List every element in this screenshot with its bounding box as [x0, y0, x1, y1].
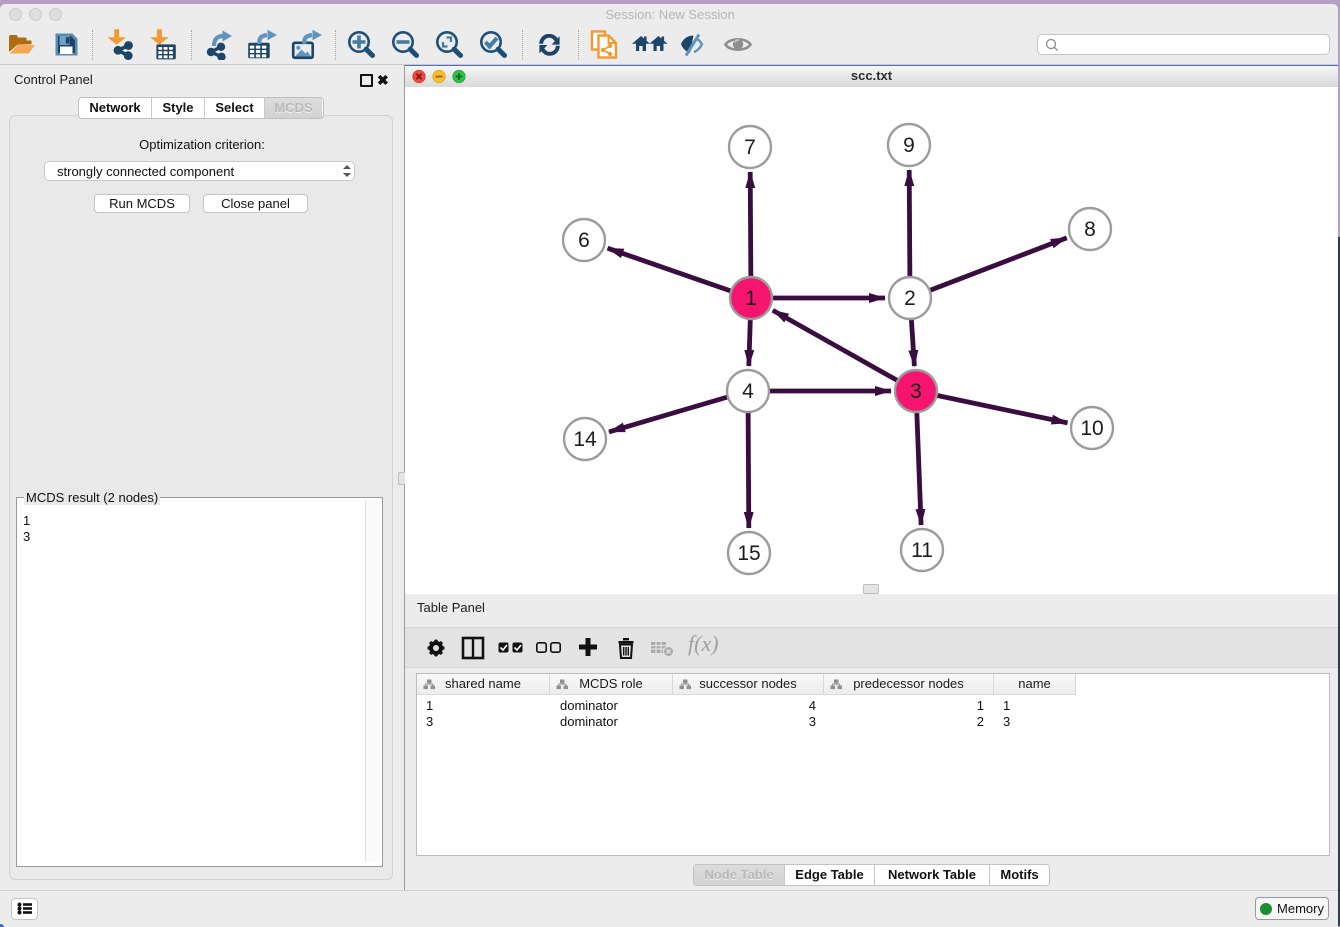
svg-text:15: 15: [737, 542, 760, 565]
svg-text:6: 6: [578, 229, 590, 252]
svg-text:10: 10: [1080, 417, 1103, 440]
svg-text:3: 3: [910, 380, 922, 403]
svg-text:8: 8: [1084, 218, 1096, 241]
svg-text:9: 9: [903, 134, 915, 157]
svg-text:7: 7: [744, 136, 756, 159]
svg-text:2: 2: [904, 287, 916, 310]
svg-text:1: 1: [745, 287, 757, 310]
svg-text:14: 14: [573, 428, 597, 451]
svg-text:11: 11: [911, 539, 933, 562]
svg-text:4: 4: [742, 380, 754, 403]
